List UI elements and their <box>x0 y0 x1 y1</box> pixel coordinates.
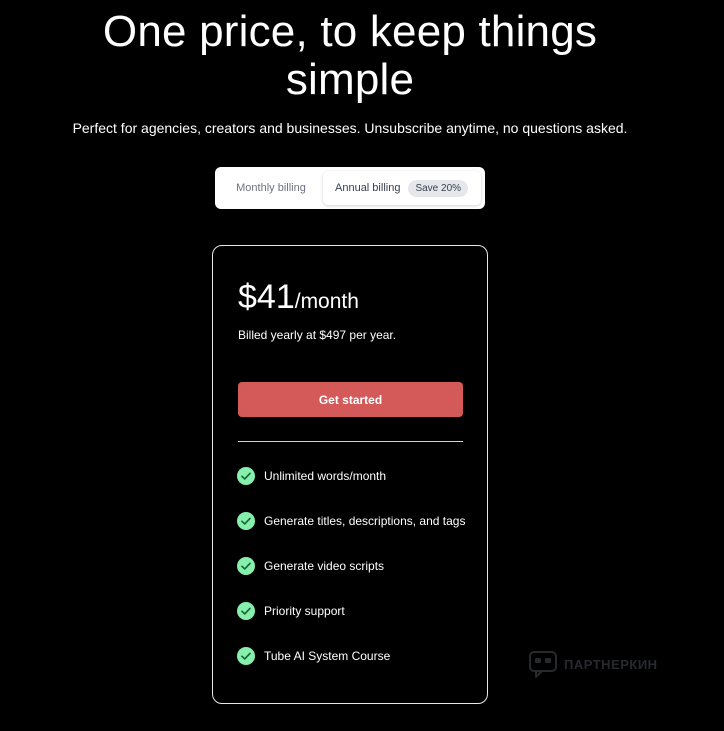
check-circle-icon <box>237 467 255 485</box>
feature-label: Generate titles, descriptions, and tags <box>264 514 466 528</box>
get-started-button[interactable]: Get started <box>238 382 463 417</box>
feature-label: Tube AI System Course <box>264 649 391 663</box>
partnerkin-logo-icon <box>529 651 557 678</box>
watermark: ПАРТНЕРКИН <box>528 649 658 679</box>
check-circle-icon <box>237 512 255 530</box>
divider <box>238 441 463 442</box>
feature-item: Tube AI System Course <box>237 646 465 666</box>
watermark-text: ПАРТНЕРКИН <box>564 656 658 672</box>
billing-toggle: Monthly billing Annual billing Save 20% <box>215 167 485 209</box>
save-badge: Save 20% <box>408 179 469 197</box>
price-row: $41 /month <box>238 278 359 317</box>
page-subtitle: Perfect for agencies, creators and busin… <box>72 120 628 136</box>
feature-label: Unlimited words/month <box>264 469 387 483</box>
pricing-page: One price, to keep things simple Perfect… <box>0 0 724 731</box>
annual-billing-label: Annual billing <box>335 182 401 194</box>
annual-billing-option[interactable]: Annual billing Save 20% <box>323 171 481 205</box>
feature-item: Unlimited words/month <box>237 466 465 486</box>
check-circle-icon <box>237 647 255 665</box>
page-title-line1: One price, to keep things <box>102 7 598 56</box>
page-title-line2: simple <box>285 55 415 104</box>
page-title: One price, to keep things simple <box>0 8 700 104</box>
feature-item: Priority support <box>237 601 465 621</box>
monthly-billing-label: Monthly billing <box>236 182 306 194</box>
check-circle-icon <box>237 557 255 575</box>
billing-note: Billed yearly at $497 per year. <box>238 328 397 342</box>
price-amount: $41 <box>238 278 295 316</box>
price-period: /month <box>294 290 359 313</box>
feature-list: Unlimited words/month Generate titles, d… <box>237 466 465 691</box>
check-circle-icon <box>237 602 255 620</box>
feature-item: Generate video scripts <box>237 556 465 576</box>
feature-item: Generate titles, descriptions, and tags <box>237 511 465 531</box>
feature-label: Priority support <box>264 604 345 618</box>
pricing-card: $41 /month Billed yearly at $497 per yea… <box>212 245 488 704</box>
feature-label: Generate video scripts <box>264 559 385 573</box>
monthly-billing-option[interactable]: Monthly billing <box>219 171 323 205</box>
